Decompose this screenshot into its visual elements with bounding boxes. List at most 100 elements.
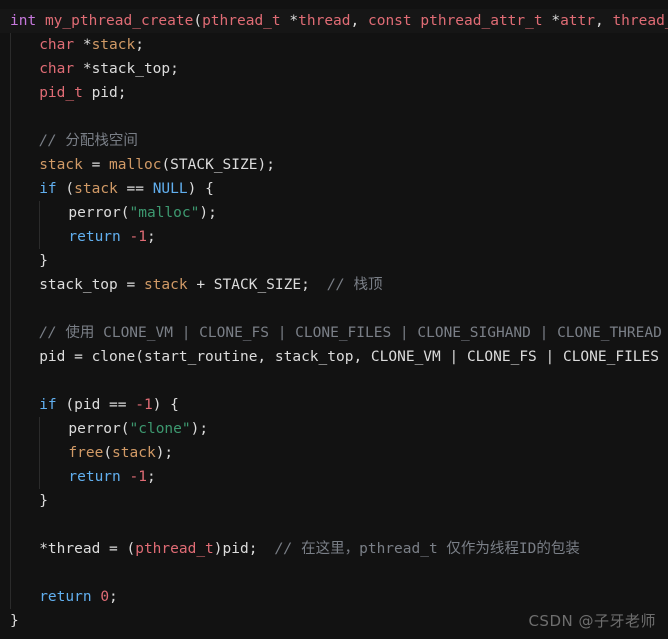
indent-guide <box>39 417 41 441</box>
code-token: *thread = ( <box>39 541 136 557</box>
indent-guide <box>10 153 11 177</box>
code-line-text: int my_pthread_create(pthread_t *thread,… <box>10 13 668 29</box>
code-token: ( <box>193 13 203 29</box>
code-line-text: } <box>10 493 48 509</box>
code-token: malloc <box>109 157 162 173</box>
indent-guide <box>39 465 41 489</box>
code-line[interactable]: char *stack_top; <box>0 57 668 81</box>
code-line[interactable]: } <box>0 489 668 513</box>
indent-guide <box>39 441 41 465</box>
code-token: attr <box>560 13 595 29</box>
code-line[interactable]: free(stack); <box>0 441 668 465</box>
code-line[interactable] <box>0 561 668 585</box>
code-line-text: stack = malloc(STACK_SIZE); <box>10 157 275 173</box>
code-line-text: return -1; <box>10 469 155 485</box>
indent-guide <box>10 417 11 441</box>
indent-guide <box>10 537 11 561</box>
code-token: stack <box>39 157 83 173</box>
indent-guide <box>10 393 11 417</box>
code-content[interactable]: int my_pthread_create(pthread_t *thread,… <box>0 0 668 633</box>
code-line-text: free(stack); <box>10 445 173 461</box>
code-line-text: char *stack; <box>10 37 144 53</box>
code-token: } <box>39 493 48 509</box>
code-line[interactable]: char *stack; <box>0 33 668 57</box>
code-line[interactable]: return 0; <box>0 585 668 609</box>
code-line[interactable] <box>0 513 668 537</box>
code-line-text: return 0; <box>10 589 118 605</box>
indent-guide <box>10 129 11 153</box>
code-line[interactable]: stack = malloc(STACK_SIZE); <box>0 153 668 177</box>
indent-guide <box>39 201 41 225</box>
code-token: stack <box>143 277 188 293</box>
code-token: return <box>68 469 121 485</box>
code-token: + STACK_SIZE; <box>187 277 328 293</box>
code-token: * <box>74 37 92 53</box>
code-token: = <box>82 157 110 173</box>
code-line[interactable]: } <box>0 249 668 273</box>
code-line[interactable]: return -1; <box>0 465 668 489</box>
code-line[interactable]: } <box>0 609 668 633</box>
code-token: free <box>68 445 104 461</box>
indent-guide <box>10 105 11 129</box>
code-token: ) { <box>152 397 179 413</box>
code-token: == <box>117 181 153 197</box>
code-token: // <box>39 133 66 149</box>
code-token: 使用 CLONE_VM | CLONE_FS | CLONE_FILES | C… <box>65 325 668 341</box>
indent-guide <box>10 513 11 537</box>
code-line[interactable] <box>0 105 668 129</box>
code-line-text: pid = clone(start_routine, stack_top, CL… <box>10 349 668 365</box>
code-token: * <box>74 61 92 77</box>
code-token: )pid; <box>213 541 275 557</box>
code-line[interactable]: if (pid == -1) { <box>0 393 668 417</box>
indent-guide <box>10 321 11 345</box>
code-token: ) { <box>187 181 214 197</box>
code-token: if <box>39 181 57 197</box>
code-line[interactable]: *thread = (pthread_t)pid; // 在这里，pthread… <box>0 537 668 561</box>
code-line[interactable]: perror("malloc"); <box>0 201 668 225</box>
code-token: } <box>39 253 48 269</box>
code-line[interactable] <box>0 369 668 393</box>
code-token: ); <box>199 205 217 221</box>
code-token: pthread_t <box>202 13 281 29</box>
code-line[interactable]: if (stack == NULL) { <box>0 177 668 201</box>
code-token: } <box>10 613 19 629</box>
indent-guide <box>10 225 11 249</box>
code-token: , <box>594 13 613 29</box>
code-token: pid_t <box>39 85 83 101</box>
code-token: NULL <box>152 181 188 197</box>
code-token: stack_top <box>91 61 171 77</box>
code-token: stack <box>91 37 136 53</box>
code-line-text: } <box>10 253 48 269</box>
code-line[interactable]: perror("clone"); <box>0 417 668 441</box>
code-token: -1 <box>129 469 147 485</box>
code-line[interactable]: stack_top = stack + STACK_SIZE; // 栈顶 <box>0 273 668 297</box>
code-token: * <box>542 13 561 29</box>
code-token: stack <box>112 445 156 461</box>
code-line[interactable] <box>0 297 668 321</box>
code-line[interactable]: // 使用 CLONE_VM | CLONE_FS | CLONE_FILES … <box>0 321 668 345</box>
code-token: char <box>39 37 75 53</box>
code-token: pid = clone(start_routine, stack_top, CL… <box>39 349 668 365</box>
code-line[interactable]: return -1; <box>0 225 668 249</box>
code-token: perror <box>68 421 121 437</box>
code-token: (STACK_SIZE); <box>161 157 275 173</box>
code-token: ( <box>103 445 113 461</box>
code-line-text: return -1; <box>10 229 156 245</box>
indent-guide <box>10 345 11 369</box>
code-line-text: if (pid == -1) { <box>10 397 179 413</box>
code-token: ); <box>190 421 209 437</box>
code-token: ; <box>146 229 156 245</box>
code-line[interactable]: int my_pthread_create(pthread_t *thread,… <box>0 9 668 33</box>
code-line[interactable]: pid_t pid; <box>0 81 668 105</box>
code-line[interactable]: // 分配栈空间 <box>0 129 668 153</box>
code-editor[interactable]: int my_pthread_create(pthread_t *thread,… <box>0 0 668 639</box>
code-line[interactable]: pid = clone(start_routine, stack_top, CL… <box>0 345 668 369</box>
code-token: ; <box>109 589 118 605</box>
code-token: * <box>280 13 299 29</box>
code-token: stack <box>74 181 118 197</box>
